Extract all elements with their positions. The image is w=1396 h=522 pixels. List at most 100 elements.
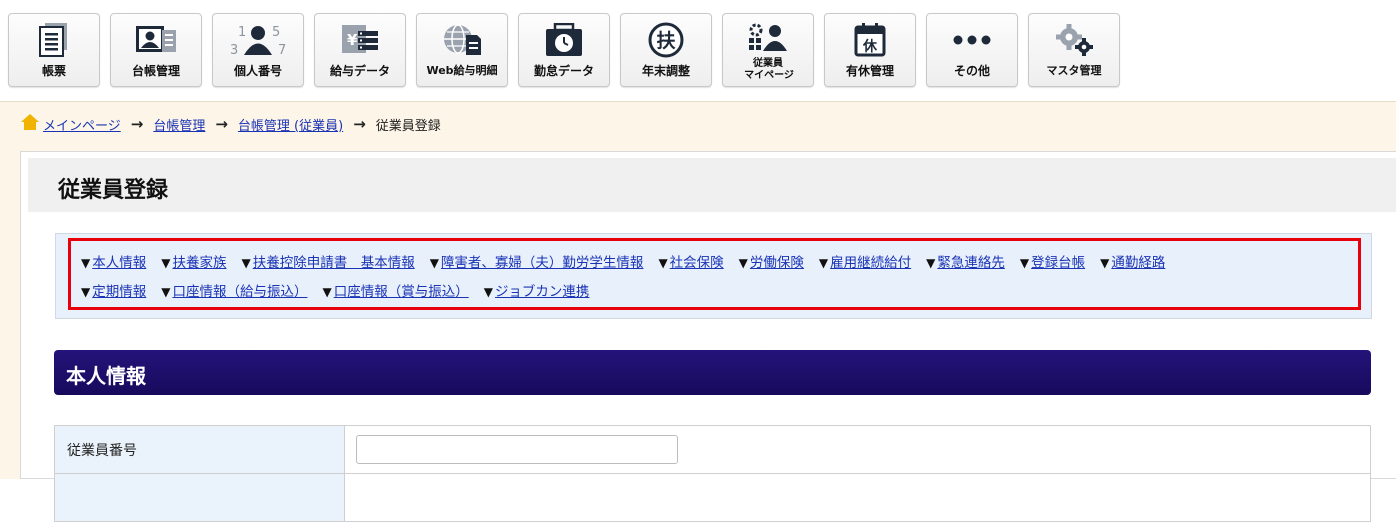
- breadcrumb-arrow-icon: →: [130, 115, 144, 133]
- triangle-down-icon: ▼: [658, 256, 668, 270]
- yen-glyph: ¥: [347, 31, 358, 49]
- triangle-down-icon: ▼: [1100, 256, 1110, 270]
- section-nav-item[interactable]: ▼ 扶養控除申請書 基本情報: [241, 251, 414, 271]
- section-link-employment-continuation[interactable]: 雇用継続給付: [830, 255, 911, 271]
- main-panel: 従業員登録 ▼ 本人情報 ▼ 扶養家族 ▼ 扶養控除申請書 基本情報 ▼ 障害者、寡婦（…: [20, 151, 1396, 522]
- section-link-registration-ledger[interactable]: 登録台帳: [1031, 255, 1085, 271]
- home-icon: [20, 113, 40, 135]
- breadcrumb: メインページ → 台帳管理 → 台帳管理 (従業員) → 従業員登録: [20, 113, 441, 135]
- ledger-icon: [111, 22, 201, 58]
- triangle-down-icon: ▼: [1019, 256, 1030, 270]
- section-nav-item[interactable]: ▼ 雇用継続給付: [819, 251, 911, 271]
- section-nav-row-2: ▼ 定期情報 ▼ 口座情報（給与振込） ▼ 口座情報（賞与振込） ▼ ジョブカン連携: [81, 280, 604, 300]
- section-nav-item[interactable]: ▼ 通勤経路: [1100, 251, 1165, 271]
- toolbar-salary-data-button[interactable]: ¥ 給与データ: [314, 13, 406, 87]
- toolbar-ledger-button[interactable]: 台帳管理: [110, 13, 202, 87]
- section-link-personal[interactable]: 本人情報: [92, 255, 146, 271]
- toolbar-attendance-button[interactable]: 勤怠データ: [518, 13, 610, 87]
- section-nav-item[interactable]: ▼ 定期情報: [81, 280, 146, 300]
- year-end-glyph: 扶: [656, 29, 676, 52]
- section-nav-item[interactable]: ▼ 社会保険: [658, 251, 723, 271]
- section-link-social-insurance[interactable]: 社会保険: [670, 255, 724, 271]
- section-title: 本人情報: [66, 364, 146, 388]
- form-row: [54, 473, 1371, 522]
- toolbar-button-label: 台帳管理: [131, 64, 180, 78]
- breadcrumb-arrow-icon: →: [215, 115, 228, 133]
- attendance-icon: [519, 22, 609, 58]
- section-nav-item[interactable]: ▼ ジョブカン連携: [484, 280, 590, 300]
- main-toolbar: 帳票 台帳管理 1 5 3 7 個人番号 ¥ 給与データ Web給与明細 勤怠デ…: [0, 0, 1396, 101]
- triangle-down-icon: ▼: [926, 256, 936, 270]
- toolbar-year-end-adjustment-button[interactable]: 扶 年末調整: [620, 13, 712, 87]
- section-nav-item[interactable]: ▼ 障害者、寡婦（夫）勤労学生情報: [430, 251, 644, 271]
- title-bar: 従業員登録: [28, 158, 1396, 212]
- section-link-dependent-deduction[interactable]: 扶養控除申請書 基本情報: [253, 255, 415, 271]
- breadcrumb-link-ledger[interactable]: 台帳管理: [153, 115, 205, 134]
- number-glyph-1: 1: [238, 25, 246, 40]
- triangle-down-icon: ▼: [161, 256, 171, 270]
- year-end-adjustment-icon: 扶: [621, 22, 711, 58]
- triangle-down-icon: ▼: [483, 285, 493, 299]
- toolbar-web-payslip-button[interactable]: Web給与明細: [416, 13, 508, 87]
- section-link-bank-bonus[interactable]: 口座情報（賞与振込）: [334, 284, 469, 300]
- section-nav-item[interactable]: ▼ 労働保険: [739, 251, 804, 271]
- master-settings-icon: [1029, 22, 1119, 58]
- toolbar-report-button[interactable]: 帳票: [8, 13, 100, 87]
- toolbar-button-label: 個人番号: [233, 64, 282, 78]
- toolbar-button-label: 給与データ: [329, 64, 390, 78]
- triangle-down-icon: ▼: [738, 256, 748, 270]
- section-nav-row-1: ▼ 本人情報 ▼ 扶養家族 ▼ 扶養控除申請書 基本情報 ▼ 障害者、寡婦（夫）勤労学生…: [81, 251, 1180, 271]
- toolbar-button-label: 有休管理: [845, 64, 894, 78]
- section-nav-item[interactable]: ▼ 登録台帳: [1020, 251, 1085, 271]
- employee-number-input[interactable]: [356, 435, 678, 464]
- breadcrumb-link-ledger-employee[interactable]: 台帳管理 (従業員): [238, 115, 343, 134]
- employee-mypage-label: マイページ: [744, 70, 794, 81]
- triangle-down-icon: ▼: [818, 256, 829, 270]
- toolbar-paid-leave-button[interactable]: 休 有休管理: [824, 13, 916, 87]
- report-icon: [9, 22, 99, 58]
- toolbar-employee-mypage-button[interactable]: 従業員 マイページ: [722, 13, 814, 87]
- field-label: [54, 473, 345, 522]
- triangle-down-icon: ▼: [81, 256, 91, 270]
- number-glyph-3: 3: [230, 43, 238, 58]
- field-cell: [344, 473, 1371, 522]
- triangle-down-icon: ▼: [429, 256, 439, 270]
- section-link-bank-salary[interactable]: 口座情報（給与振込）: [172, 284, 307, 300]
- section-nav: ▼ 本人情報 ▼ 扶養家族 ▼ 扶養控除申請書 基本情報 ▼ 障害者、寡婦（夫）勤労学生…: [55, 233, 1372, 319]
- section-nav-item[interactable]: ▼ 本人情報: [81, 251, 146, 271]
- toolbar-master-settings-button[interactable]: マスタ管理: [1028, 13, 1120, 87]
- section-nav-item[interactable]: ▼ 扶養家族: [161, 251, 226, 271]
- breadcrumb-arrow-icon: →: [353, 115, 366, 133]
- breadcrumb-current: 従業員登録: [375, 118, 441, 134]
- employee-mypage-icon: [723, 20, 813, 56]
- section-link-commuter-pass[interactable]: 定期情報: [92, 284, 146, 300]
- triangle-down-icon: ▼: [161, 285, 171, 299]
- section-link-commute-route[interactable]: 通勤経路: [1111, 255, 1165, 271]
- breadcrumb-link-main[interactable]: メインページ: [43, 115, 121, 134]
- toolbar-more-button[interactable]: その他: [926, 13, 1018, 87]
- toolbar-button-label: 年末調整: [641, 64, 690, 78]
- section-header-personal: 本人情報: [54, 350, 1371, 395]
- section-link-labor-insurance[interactable]: 労働保険: [750, 255, 804, 271]
- section-nav-item[interactable]: ▼ 口座情報（賞与振込）: [322, 280, 468, 300]
- paid-leave-glyph: 休: [862, 38, 878, 55]
- section-link-emergency-contact[interactable]: 緊急連絡先: [937, 255, 1005, 271]
- web-payslip-icon: [417, 22, 507, 58]
- page-title: 従業員登録: [58, 178, 169, 203]
- triangle-down-icon: ▼: [81, 285, 91, 299]
- field-cell: [344, 425, 1371, 474]
- paid-leave-icon: 休: [825, 22, 915, 58]
- toolbar-button-label: Web給与明細: [426, 64, 498, 77]
- salary-data-icon: ¥: [315, 22, 405, 58]
- toolbar-button-label: 従業員 マイページ: [723, 58, 813, 83]
- field-label-employee-number: 従業員番号: [54, 425, 345, 474]
- section-link-dependents[interactable]: 扶養家族: [172, 255, 226, 271]
- my-number-icon: 1 5 3 7: [213, 22, 303, 58]
- toolbar-button-label: 勤怠データ: [533, 64, 594, 78]
- toolbar-my-number-button[interactable]: 1 5 3 7 個人番号: [212, 13, 304, 87]
- personal-info-form: 従業員番号: [54, 425, 1371, 522]
- section-link-jobcan[interactable]: ジョブカン連携: [495, 284, 590, 300]
- section-link-disability-widow-student[interactable]: 障害者、寡婦（夫）勤労学生情報: [441, 255, 644, 271]
- section-nav-item[interactable]: ▼ 緊急連絡先: [926, 251, 1005, 271]
- section-nav-item[interactable]: ▼ 口座情報（給与振込）: [161, 280, 307, 300]
